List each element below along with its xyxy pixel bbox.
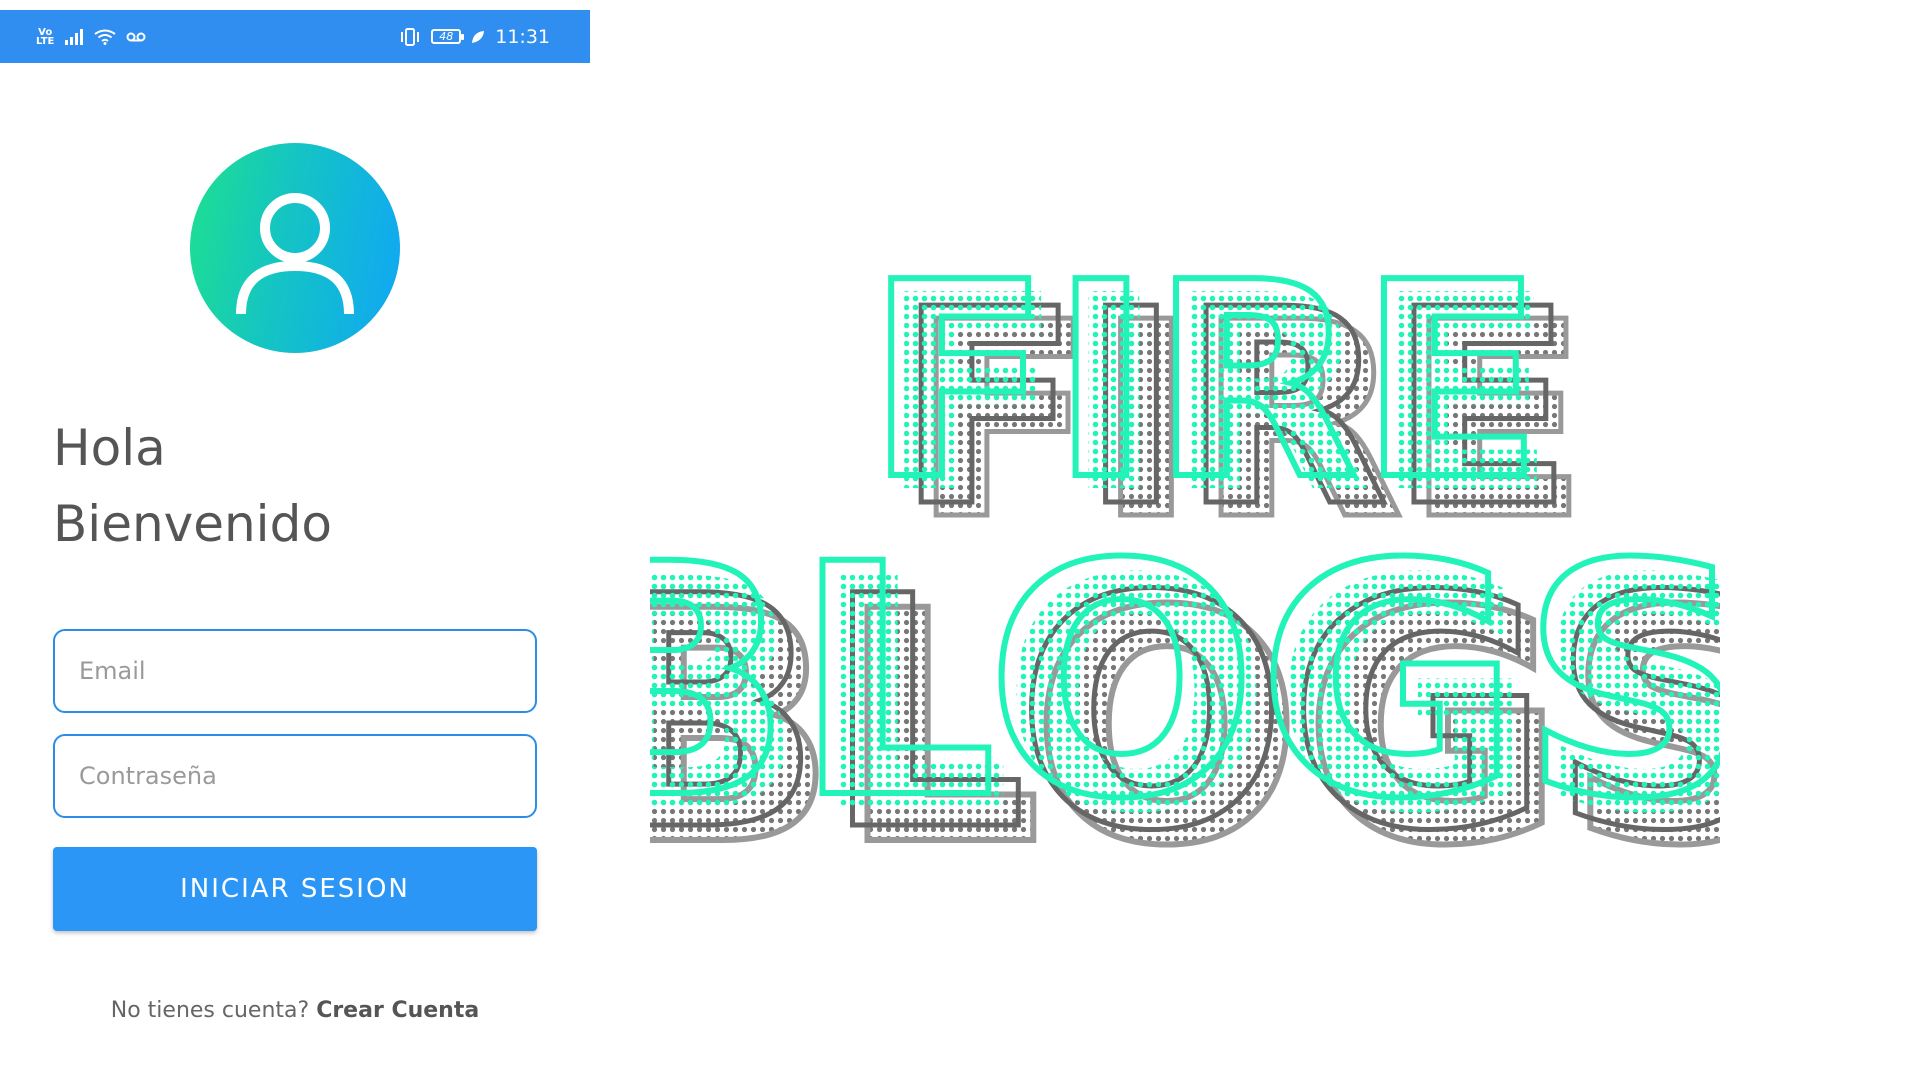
user-avatar-icon: [236, 193, 354, 315]
status-time: 11:31: [495, 25, 550, 48]
vibrate-icon: [401, 27, 420, 46]
voicemail-icon: [126, 32, 146, 41]
greeting-hola: Hola: [53, 419, 166, 477]
fire-blogs-logo: FIRE FIRE BLOGS BLOGS FIRE FIRE BLOGS BL…: [650, 240, 1720, 890]
email-field[interactable]: [53, 629, 537, 713]
signal-icon: [65, 28, 84, 45]
greeting-bienvenido: Bienvenido: [53, 495, 332, 553]
status-bar-right: 48 11:31: [399, 26, 550, 48]
phone-screen: Vo LTE 48 11:31 Hola Bienvenido Email IN…: [0, 0, 590, 1080]
wifi-icon: [94, 29, 116, 45]
volte-icon: Vo LTE: [36, 26, 55, 47]
status-bar-left: Vo LTE: [36, 26, 146, 47]
logo-line2: BLOGS BLOGS: [650, 494, 1720, 884]
create-account-link[interactable]: Crear Cuenta: [316, 998, 479, 1023]
user-avatar: [190, 143, 400, 353]
greeting: Hola Bienvenido: [53, 410, 332, 562]
login-button[interactable]: INICIAR SESION: [53, 847, 537, 931]
leaf-icon: [472, 30, 485, 43]
no-account-text: No tienes cuenta?: [110, 998, 310, 1023]
svg-text:FIRE: FIRE: [866, 240, 1543, 539]
battery-icon: 48: [431, 29, 465, 44]
signup-prompt: No tienes cuenta? Crear Cuenta: [0, 998, 590, 1023]
svg-text:BLOGS: BLOGS: [650, 497, 1720, 869]
password-field[interactable]: [53, 734, 537, 818]
status-bar: Vo LTE 48 11:31: [0, 10, 590, 63]
